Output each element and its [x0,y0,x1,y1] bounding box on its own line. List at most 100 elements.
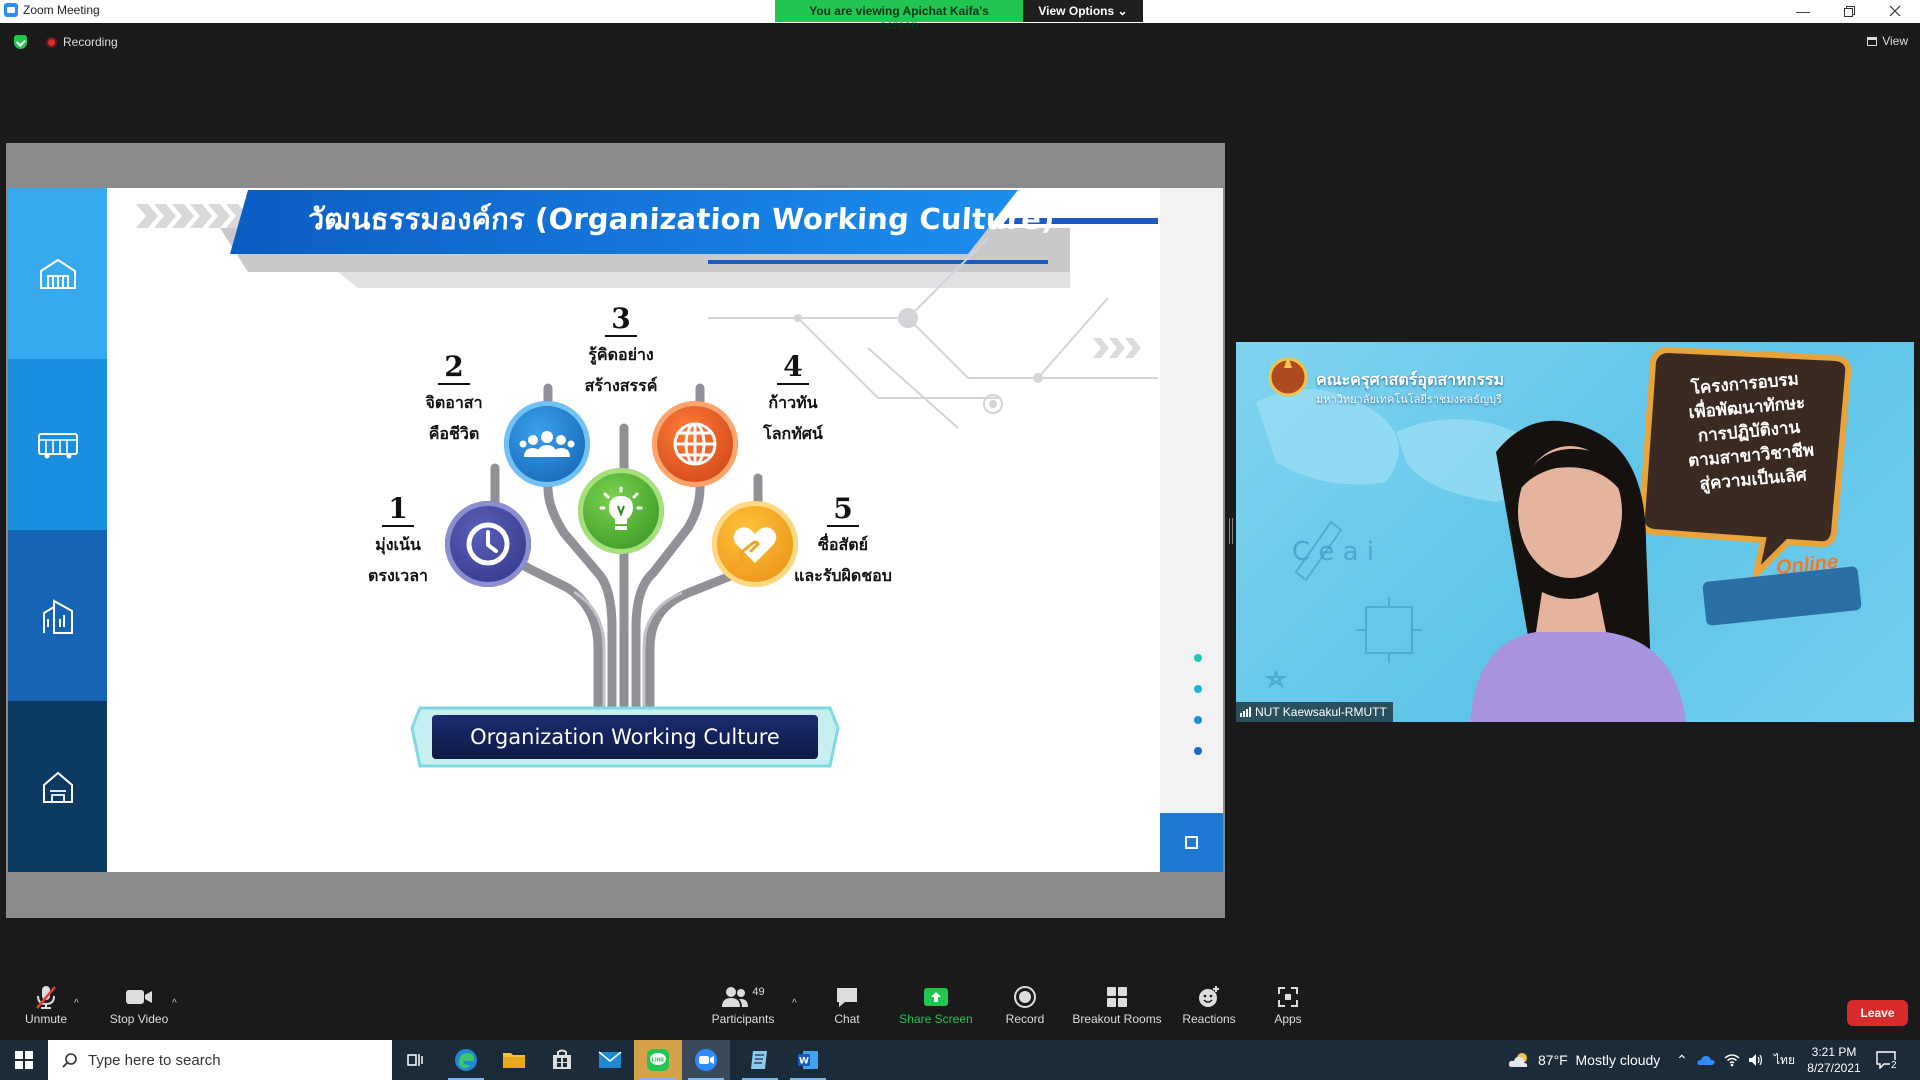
base-label: Organization Working Culture [470,725,780,749]
item-circle-2 [504,401,590,487]
file-explorer-button[interactable] [490,1040,538,1080]
svg-text:LINE: LINE [652,1058,665,1064]
stop-video-button[interactable]: Stop Video [104,980,174,1040]
record-dot-icon [46,36,57,48]
record-button[interactable]: Record [1000,980,1050,1040]
close-icon[interactable] [1872,0,1918,22]
item-number-4: 4 [777,351,809,385]
network-button[interactable] [1724,1040,1740,1080]
globe-icon [673,422,717,466]
chat-button[interactable]: Chat [822,980,872,1040]
item-circle-3 [578,468,664,554]
meeting-toolbar: Unmute ^ Stop Video ^ 49 Participants ^ … [0,980,1920,1040]
unmute-button[interactable]: Unmute [20,980,72,1040]
item-number-1: 1 [382,493,414,527]
participants-count: 49 [752,986,765,998]
item-text-5b: และรับผิดชอบ [794,568,892,585]
clock[interactable]: 3:21 PM 8/27/2021 [1804,1040,1864,1080]
clock-icon [466,522,510,566]
reactions-label: Reactions [1182,1012,1236,1026]
mail-button[interactable] [586,1040,634,1080]
chevron-up-icon: ⌃ [1676,1051,1688,1068]
breakout-rooms-icon [1107,987,1127,1007]
shield-icon[interactable] [14,35,27,49]
reactions-button[interactable]: Reactions [1178,980,1240,1040]
volume-button[interactable] [1748,1040,1764,1080]
restore-icon[interactable] [1826,0,1872,22]
share-banner: You are viewing Apichat Kaifa's screen V… [775,0,1143,32]
participants-label: Participants [711,1012,775,1026]
participants-icon [722,987,749,1007]
participants-button[interactable]: 49 Participants [710,980,776,1040]
word-button[interactable]: W [784,1040,832,1080]
taskbar-search-box[interactable]: Type here to search [48,1040,392,1080]
record-label: Record [1005,1012,1045,1026]
video-options-caret-icon[interactable]: ^ [172,998,177,1009]
window-title: Zoom Meeting [23,3,100,17]
app-title: Zoom Meeting [4,3,100,17]
minimize-icon[interactable]: — [1780,0,1826,22]
share-screen-button[interactable]: Share Screen [898,980,974,1040]
splitter-handle[interactable] [1229,518,1233,544]
item-text-5a: ซื่อสัตย์ [818,537,868,554]
folder-icon [503,1053,525,1068]
onedrive-icon [1697,1056,1715,1065]
item-text-3b: สร้างสรรค์ [584,378,658,395]
signal-icon [1240,707,1251,717]
microphone-muted-icon [36,986,56,1009]
clock-date: 8/27/2021 [1807,1061,1861,1075]
project-text: โครงการอบรม เพื่อพัฒนาทักษะ การปฏิบัติงา… [1659,365,1839,499]
item-number-5: 5 [827,493,859,527]
task-view-icon [407,1054,423,1066]
participants-caret-icon[interactable]: ^ [792,998,797,1009]
recording-indicator[interactable]: Recording [46,35,118,49]
item-text-4b: โลกทัศน์ [763,426,823,443]
show-hidden-icons-button[interactable]: ⌃ [1676,1040,1688,1080]
notifications-button[interactable]: 2 [1876,1040,1898,1080]
weather-text: 87°F Mostly cloudy [1538,1052,1661,1068]
apps-button[interactable]: Apps [1268,980,1308,1040]
stop-video-label: Stop Video [109,1012,169,1026]
task-view-button[interactable] [392,1040,440,1080]
notepad-button[interactable] [736,1040,784,1080]
cloud-icon [1508,1053,1528,1067]
zoom-logo-icon [4,3,18,17]
participant-name-label: NUT Kaewsakul-RMUTT [1236,702,1393,722]
slide-nav-dot-4[interactable] [1194,747,1202,755]
item-text-2b: คือชีวิต [428,426,480,443]
slide-nav-dot-2[interactable] [1194,685,1202,693]
store-button[interactable] [538,1040,586,1080]
view-button[interactable]: View [1867,34,1908,48]
presentation-slide: วัฒนธรรมองค์กร (Organization Working Cul… [8,188,1223,872]
mail-icon [598,1051,622,1068]
line-app-button[interactable]: LINE [634,1040,682,1080]
audio-options-caret-icon[interactable]: ^ [74,998,79,1009]
share-screen-icon [924,988,948,1006]
apps-icon [1278,987,1298,1007]
edge-button[interactable] [442,1040,490,1080]
participant-video[interactable]: C e a i คณะครุศาสตร์อุตสาหกรรม มหาวิทยาล… [1236,342,1914,722]
windows-logo-icon [15,1051,33,1069]
view-options-button[interactable]: View Options ⌄ [1023,0,1143,22]
clock-time: 3:21 PM [1811,1045,1857,1059]
slide-nav-dot-1[interactable] [1194,654,1202,662]
slide-nav-dot-3[interactable] [1194,716,1202,724]
item-text-3a: รู้คิดอย่าง [588,347,654,364]
zoom-taskbar-button[interactable] [682,1040,730,1080]
item-text-2a: จิตอาสา [425,395,483,412]
item-label-3: 3 รู้คิดอย่าง สร้างสรรค์ [576,303,666,399]
slide-nav-square-button[interactable] [1160,813,1223,872]
onedrive-button[interactable] [1697,1040,1715,1080]
windows-taskbar: Type here to search LINE W 87°F Mostly c… [0,1040,1920,1080]
item-label-1: 1 มุ่งเน้น ตรงเวลา [363,493,433,589]
language-indicator[interactable]: ไทย [1774,1040,1795,1080]
search-icon [62,1053,77,1068]
breakout-rooms-button[interactable]: Breakout Rooms [1070,980,1164,1040]
weather-widget[interactable]: 87°F Mostly cloudy [1508,1040,1660,1080]
view-label: View [1882,34,1908,48]
leave-button[interactable]: Leave [1847,1000,1908,1026]
search-placeholder: Type here to search [88,1051,221,1069]
start-button[interactable] [0,1040,48,1080]
item-text-4a: ก้าวทัน [768,395,818,412]
chat-icon [837,988,857,1007]
